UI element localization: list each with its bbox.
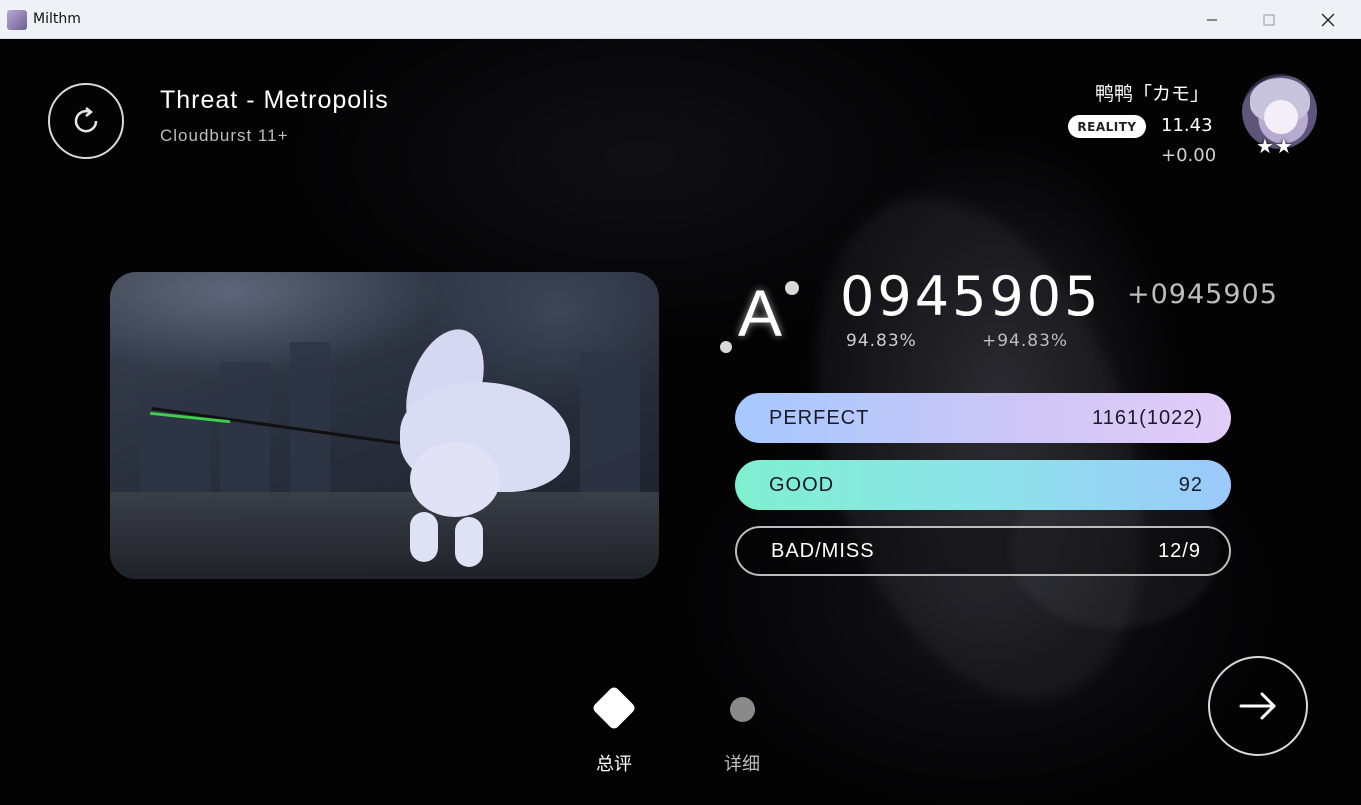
rating-delta: +0.00 [1161, 145, 1217, 166]
background-art [756, 155, 1204, 743]
accuracy-delta: +94.83% [982, 331, 1069, 351]
tab-overview[interactable]: 总评 [574, 679, 654, 779]
song-jacket [110, 272, 659, 579]
tab-details-label: 详细 [724, 754, 760, 775]
retry-icon [74, 107, 98, 133]
score-delta: +0945905 [1127, 279, 1278, 310]
good-bar: GOOD 92 [735, 460, 1231, 510]
diamond-icon [591, 685, 637, 731]
dot-icon [730, 697, 755, 722]
jacket-cat-leg [455, 517, 483, 567]
minimize-button[interactable] [1183, 0, 1241, 39]
perfect-bar: PERFECT 1161(1022) [735, 393, 1231, 443]
song-title: Threat - Metropolis [160, 86, 389, 114]
grade-sparkle [785, 281, 799, 295]
grade-sparkle [720, 341, 732, 353]
jacket-floor [110, 492, 659, 579]
window-title: Milthm [33, 11, 81, 27]
arrow-right-icon [1239, 692, 1276, 720]
good-label: GOOD [769, 473, 835, 496]
tab-overview-label: 总评 [596, 754, 632, 775]
perfect-count: 1161(1022) [1092, 406, 1203, 429]
retry-button[interactable] [48, 83, 124, 159]
next-button[interactable] [1208, 656, 1308, 756]
tab-details[interactable]: 详细 [702, 679, 782, 779]
jacket-building [220, 362, 270, 502]
jacket-building [580, 352, 640, 502]
maximize-button[interactable] [1240, 0, 1298, 39]
player-rating: 11.43 [1161, 115, 1213, 136]
jacket-building [290, 342, 330, 502]
jacket-cat-head [410, 442, 500, 517]
result-screen: Threat - Metropolis Cloudburst 11+ 鸭鸭「カモ… [0, 39, 1361, 805]
reality-badge: REALITY [1068, 115, 1146, 138]
song-difficulty: Cloudburst 11+ [160, 126, 289, 145]
player-name: 鸭鸭「カモ」 [1094, 83, 1209, 105]
close-icon [1321, 13, 1335, 26]
good-count: 92 [1178, 473, 1203, 496]
title-bar: Milthm [0, 0, 1361, 39]
minimize-icon [1207, 19, 1217, 20]
avatar-face [1264, 100, 1298, 134]
accuracy: 94.83% [846, 331, 917, 351]
jacket-cat-leg [410, 512, 438, 562]
app-icon [7, 10, 27, 30]
jacket-building [140, 392, 210, 502]
grade: A [738, 276, 783, 350]
bad-miss-label: BAD/MISS [771, 539, 875, 562]
avatar-stars: ★★ [1256, 134, 1294, 158]
score: 0945905 [840, 265, 1102, 328]
close-button[interactable] [1299, 0, 1357, 39]
bad-miss-bar: BAD/MISS 12/9 [735, 526, 1231, 576]
bad-miss-count: 12/9 [1158, 539, 1201, 562]
maximize-icon [1263, 14, 1275, 25]
perfect-label: PERFECT [769, 406, 870, 429]
